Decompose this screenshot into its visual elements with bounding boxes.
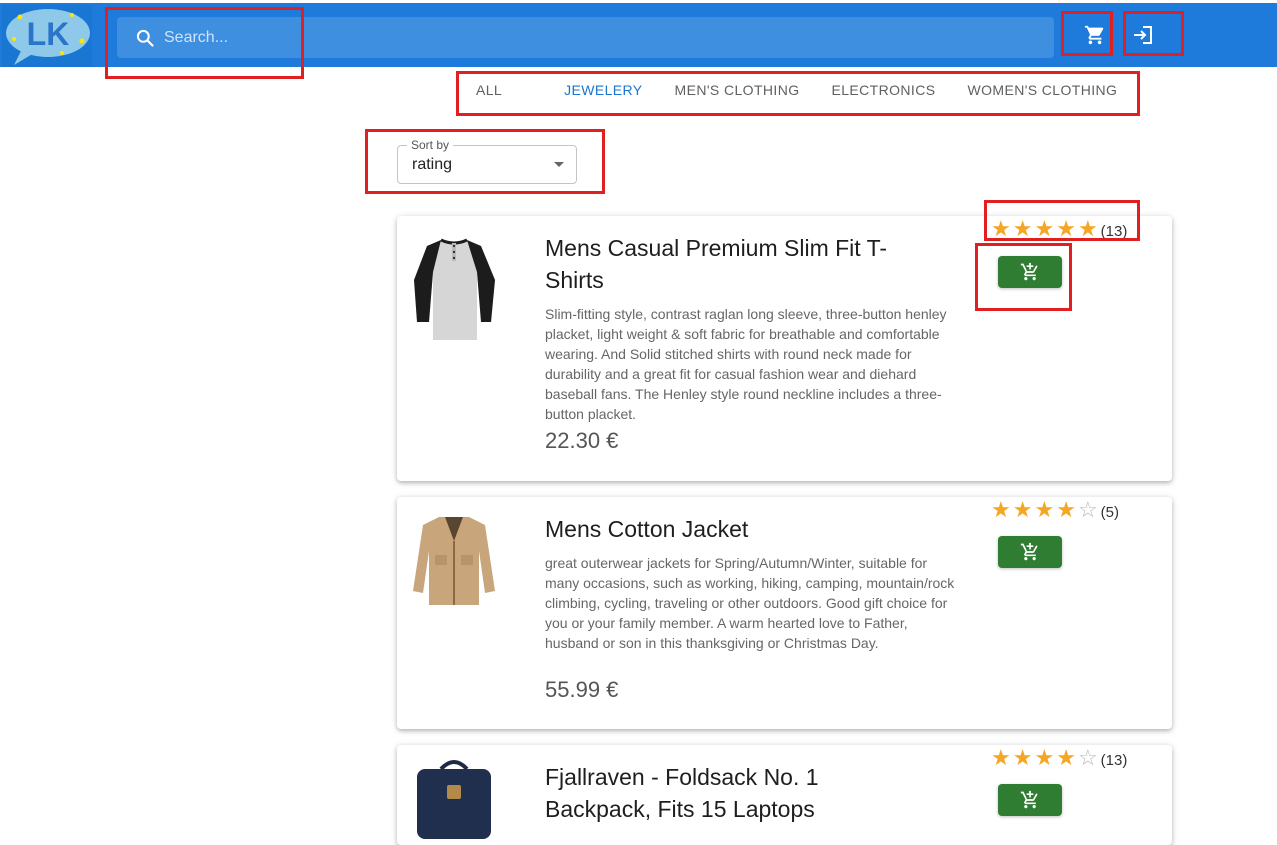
star-filled-icon: ★: [1056, 745, 1076, 770]
search-icon: [136, 29, 154, 47]
add-to-cart-button[interactable]: [998, 256, 1062, 288]
add-to-cart-button[interactable]: [998, 536, 1062, 568]
star-filled-icon: ★: [1012, 497, 1033, 522]
star-filled-icon: ★: [991, 497, 1011, 522]
tab-jewelery[interactable]: JEWELERY: [518, 72, 658, 110]
tab-electronics[interactable]: ELECTRONICS: [816, 72, 952, 110]
star-filled-icon: ★: [1012, 216, 1033, 241]
rating-count: (5): [1100, 503, 1120, 521]
product-image-backpack: [417, 760, 491, 839]
search-input[interactable]: [164, 17, 1024, 58]
shopping-cart-icon: [1084, 25, 1104, 45]
add-to-cart-icon: [1020, 542, 1038, 561]
product-rating: ★ ★ ★ ★ ☆ (13): [991, 747, 1127, 769]
rating-count: (13): [1100, 751, 1128, 769]
star-empty-icon: ☆: [1077, 497, 1098, 522]
add-to-cart-button[interactable]: [998, 784, 1062, 816]
star-filled-icon: ★: [1012, 745, 1033, 770]
logo-icon: LK: [6, 9, 90, 65]
product-title: Fjallraven - Foldsack No. 1 Backpack, Fi…: [545, 764, 819, 822]
chevron-down-icon: [554, 162, 564, 167]
product-image-jacket: [413, 517, 495, 605]
add-to-cart-icon: [1020, 790, 1038, 809]
product-rating: ★ ★ ★ ★ ★ (13): [991, 218, 1127, 240]
star-filled-icon: ★: [1077, 216, 1098, 241]
product-price: 55.99 €: [545, 677, 619, 702]
product-description: great outerwear jackets for Spring/Autum…: [545, 555, 955, 651]
login-button[interactable]: [1123, 15, 1163, 55]
tab-mens-clothing[interactable]: MEN'S CLOTHING: [659, 72, 816, 110]
sort-value: rating: [412, 156, 453, 173]
product-card: Fjallraven - Foldsack No. 1 Backpack, Fi…: [397, 745, 1172, 845]
rating-count: (13): [1100, 222, 1128, 240]
product-card: Mens Casual Premium Slim Fit T-Shirts Sl…: [397, 216, 1172, 481]
star-filled-icon: ★: [991, 745, 1011, 770]
search-bar: [117, 17, 1054, 58]
tab-womens-clothing[interactable]: WOMEN'S CLOTHING: [951, 72, 1133, 110]
product-price: 22.30 €: [545, 428, 619, 453]
cart-button[interactable]: [1075, 15, 1115, 55]
star-filled-icon: ★: [991, 216, 1011, 241]
star-empty-icon: ☆: [1077, 745, 1098, 770]
product-card: Mens Cotton Jacket great outerwear jacke…: [397, 497, 1172, 729]
product-description: Slim-fitting style, contrast raglan long…: [545, 306, 947, 422]
product-image-shirt: [414, 238, 495, 340]
login-icon: [1134, 26, 1152, 44]
star-filled-icon: ★: [1034, 216, 1055, 241]
logo-text: LK: [27, 16, 70, 52]
product-title: Mens Casual Premium Slim Fit T-Shirts: [545, 235, 888, 293]
star-filled-icon: ★: [1056, 216, 1076, 241]
star-filled-icon: ★: [1056, 497, 1076, 522]
category-tabs: ALL JEWELERY MEN'S CLOTHING ELECTRONICS …: [460, 72, 1133, 110]
sort-label: Sort by: [407, 138, 454, 152]
add-to-cart-icon: [1020, 262, 1038, 281]
star-filled-icon: ★: [1034, 745, 1055, 770]
logo[interactable]: LK: [2, 5, 92, 67]
sort-select[interactable]: Sort by rating: [397, 138, 577, 184]
app-bar: LK: [0, 3, 1277, 67]
product-title: Mens Cotton Jacket: [545, 516, 749, 542]
tab-all[interactable]: ALL: [460, 72, 518, 110]
product-rating: ★ ★ ★ ★ ☆ (5): [991, 499, 1119, 521]
star-filled-icon: ★: [1034, 497, 1055, 522]
